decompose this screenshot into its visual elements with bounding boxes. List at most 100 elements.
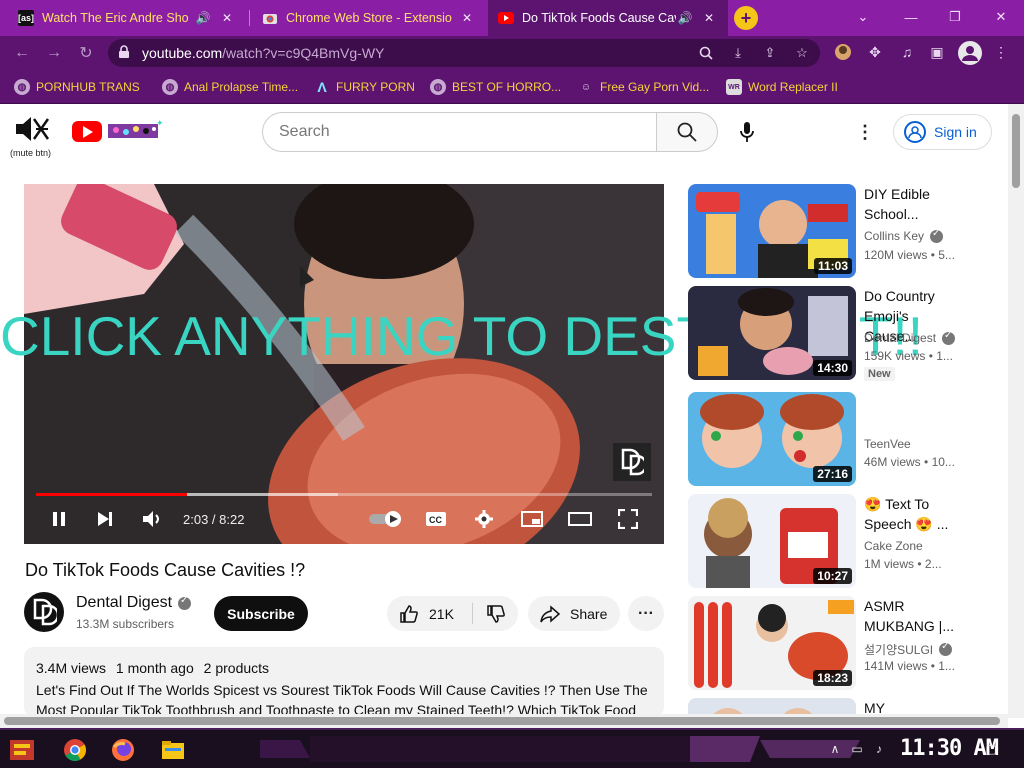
recommended-video[interactable]: 14:30 Do Country Emoji's Cause... Dental…	[688, 286, 988, 381]
globe-icon: ◍	[430, 79, 446, 95]
video-duration: 27:16	[813, 466, 852, 482]
tab-search-icon[interactable]: ⌄	[848, 6, 878, 28]
fullscreen-icon[interactable]	[615, 507, 641, 531]
speaker-icon[interactable]: 🔊	[676, 11, 694, 25]
tab-favicon: [as]	[18, 10, 34, 26]
tab-eric-andre[interactable]: [as] Watch The Eric Andre Sho 🔊 ✕	[8, 0, 246, 36]
tab-youtube-active[interactable]: Do TikTok Foods Cause Cav 🔊 ✕	[488, 0, 728, 36]
tray-chevron-icon[interactable]: ∧	[826, 740, 844, 758]
autoplay-toggle[interactable]	[368, 507, 404, 531]
extension-avatar-icon[interactable]	[832, 41, 854, 63]
description-box[interactable]: 3.4M views 1 month ago 2 products Let's …	[24, 647, 664, 717]
youtube-logo-icon[interactable]	[72, 121, 102, 142]
pause-icon[interactable]	[46, 507, 72, 531]
sign-in-button[interactable]: Sign in	[893, 114, 992, 150]
theater-mode-icon[interactable]	[567, 507, 593, 531]
tab-separator	[249, 10, 250, 26]
youtube-header: (mute btn) ✦ Search ⋮ Sign in	[0, 104, 1008, 160]
settings-gear-icon[interactable]	[471, 507, 497, 531]
new-tab-button[interactable]: +	[734, 6, 758, 30]
settings-menu-icon[interactable]: ⋮	[856, 120, 874, 144]
start-button[interactable]	[8, 736, 38, 764]
chrome-menu-icon[interactable]: ⋮	[990, 41, 1012, 63]
video-thumbnail[interactable]: 18:23	[688, 596, 856, 690]
reload-icon[interactable]: ↻	[74, 41, 98, 65]
dislike-button[interactable]	[473, 596, 518, 631]
close-window-button[interactable]: ✕	[986, 6, 1016, 28]
recommended-video[interactable]: 18:23 ASMR MUKBANG |... 설기양SULGI 141M vi…	[688, 596, 988, 690]
bookmark-item[interactable]: ◍ PORNHUB TRANS	[14, 78, 140, 96]
address-bar[interactable]: youtube.com/watch?v=c9Q4BmVg-WY ⤓ ⇪ ☆	[108, 39, 820, 67]
recommended-video[interactable]: 10:27 😍 Text To Speech 😍 ... Cake Zone 1…	[688, 494, 988, 588]
video-thumbnail[interactable]	[688, 698, 856, 714]
bookmark-item[interactable]: WR Word Replacer II	[726, 78, 838, 96]
like-count: 21K	[429, 605, 454, 622]
video-thumbnail[interactable]: 27:16	[688, 392, 856, 486]
video-thumbnail[interactable]: 11:03	[688, 184, 856, 278]
close-tab-icon[interactable]: ✕	[218, 11, 236, 25]
bookmark-item[interactable]: Λ FURRY PORN	[314, 78, 415, 96]
recommended-video[interactable]: 27:16 TeenVee 46M views • 10...	[688, 392, 988, 486]
zoom-icon[interactable]	[696, 44, 716, 62]
recommended-video[interactable]: 11:03 DIY Edible School... Collins Key 1…	[688, 184, 988, 278]
volume-icon[interactable]	[139, 507, 165, 531]
video-title: DIY Edible School...	[864, 186, 930, 222]
voice-search-button[interactable]	[732, 116, 762, 148]
search-button[interactable]	[656, 112, 718, 152]
subscribe-button[interactable]: Subscribe	[214, 596, 308, 631]
channel-name[interactable]: Dental Digest	[76, 594, 192, 612]
puzzle-extensions-icon[interactable]: ✥	[864, 41, 886, 63]
search-input[interactable]: Search	[262, 112, 656, 152]
next-icon[interactable]	[92, 507, 118, 531]
chrome-webstore-icon	[262, 10, 278, 26]
back-arrow-icon[interactable]: ←	[10, 41, 34, 65]
scrollbar-thumb[interactable]	[1012, 114, 1020, 188]
video-views: 120M views • 5...	[864, 248, 955, 262]
bookmark-star-icon[interactable]: ☆	[792, 44, 812, 62]
file-explorer-icon[interactable]	[158, 736, 188, 764]
like-button[interactable]: 21K	[387, 596, 472, 631]
verified-check-icon	[178, 595, 192, 610]
install-icon[interactable]: ⤓	[728, 44, 748, 62]
side-panel-icon[interactable]: ▣	[926, 41, 948, 63]
close-tab-icon[interactable]: ✕	[700, 11, 718, 25]
scrollbar-thumb[interactable]	[4, 717, 1000, 725]
mute-button[interactable]	[14, 114, 50, 144]
network-icon[interactable]: ▭	[848, 740, 866, 758]
profile-avatar[interactable]	[958, 41, 982, 65]
channel-avatar[interactable]	[24, 592, 64, 632]
products-link[interactable]: 2 products	[204, 660, 269, 676]
video-duration: 18:23	[813, 670, 852, 686]
recommended-video[interactable]: MY	[688, 698, 988, 714]
firefox-icon[interactable]	[108, 736, 138, 764]
notification-icon[interactable]: ▢	[982, 740, 1000, 758]
volume-tray-icon[interactable]: ♪	[870, 740, 888, 758]
subscriber-count: 13.3M subscribers	[76, 617, 175, 631]
upload-age: 1 month ago	[115, 660, 194, 676]
chrome-icon[interactable]	[60, 736, 90, 764]
minimize-button[interactable]: —	[896, 6, 926, 28]
speaker-icon[interactable]: 🔊	[194, 11, 212, 25]
restore-button[interactable]: ❐	[940, 6, 970, 28]
vertical-scrollbar[interactable]	[1008, 104, 1024, 718]
bookmark-item[interactable]: ☺ Free Gay Porn Vid...	[578, 78, 709, 96]
more-actions-button[interactable]: ···	[628, 596, 664, 631]
subtitles-icon[interactable]: CC	[423, 507, 449, 531]
channel-watermark-icon[interactable]	[613, 443, 651, 481]
close-tab-icon[interactable]: ✕	[458, 11, 476, 25]
forward-arrow-icon[interactable]: →	[42, 41, 66, 65]
tab-chrome-web-store[interactable]: Chrome Web Store - Extensio ✕	[252, 0, 486, 36]
globe-icon: ◍	[14, 79, 30, 95]
media-control-icon[interactable]: ♫	[896, 41, 918, 63]
share-button[interactable]: Share	[528, 596, 620, 631]
video-thumbnail[interactable]: 10:27	[688, 494, 856, 588]
horizontal-scrollbar[interactable]	[0, 714, 1008, 728]
share-icon[interactable]: ⇪	[760, 44, 780, 62]
miniplayer-icon[interactable]	[519, 507, 545, 531]
bookmark-item[interactable]: ◍ BEST OF HORRO...	[430, 78, 561, 96]
verified-check-icon	[942, 330, 956, 345]
progress-bar[interactable]	[36, 493, 652, 496]
bookmark-item[interactable]: ◍ Anal Prolapse Time...	[162, 78, 298, 96]
video-thumbnail[interactable]: 14:30	[688, 286, 856, 380]
screen: [as] Watch The Eric Andre Sho 🔊 ✕ Chrome…	[0, 0, 1024, 768]
